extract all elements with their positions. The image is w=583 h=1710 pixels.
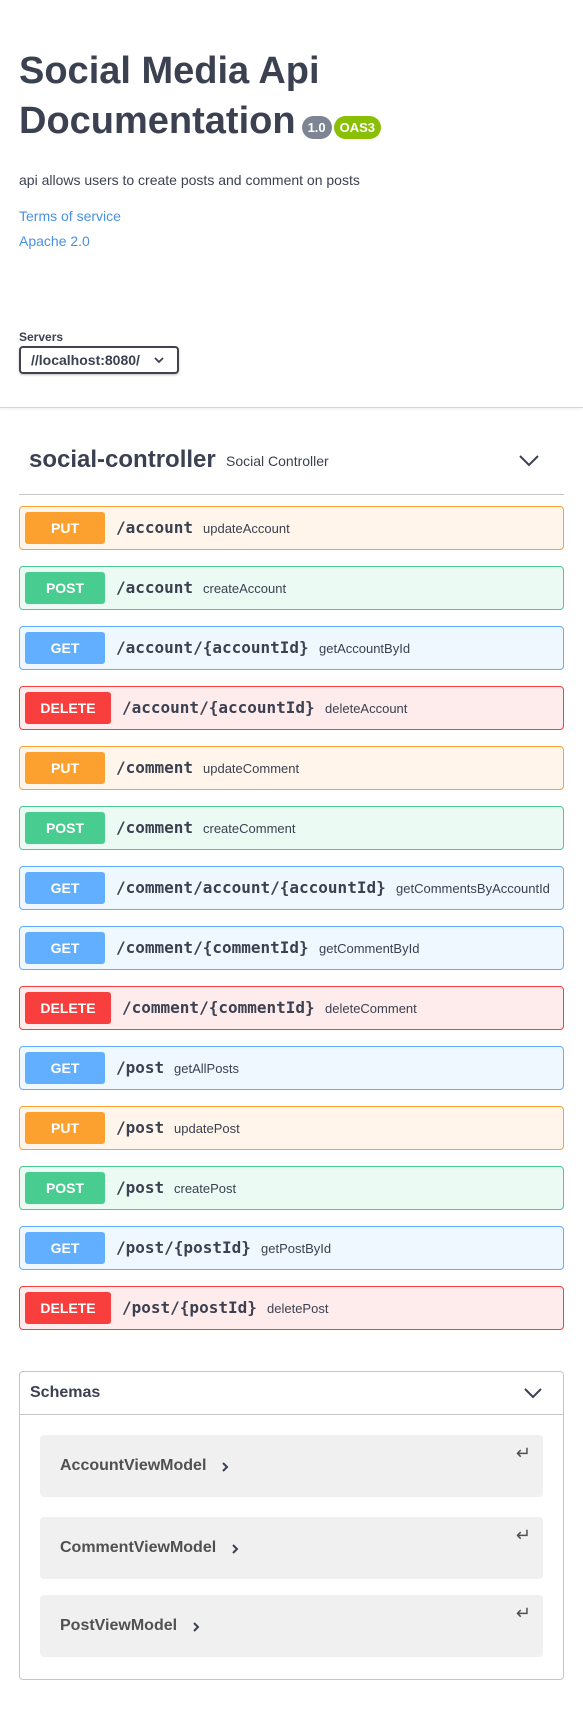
operation-put-comment[interactable]: PUT/comment updateComment xyxy=(19,746,564,790)
schemas-section: Schemas AccountViewModel ↵ CommentViewMode… xyxy=(19,1371,564,1680)
operation-path: /account/{accountId} xyxy=(116,638,309,657)
operation-path: /post xyxy=(116,1058,165,1077)
tag-header-social-controller[interactable]: social-controller Social Controller xyxy=(19,436,564,495)
method-badge: DELETE xyxy=(25,692,111,724)
oas-badge: OAS3 xyxy=(333,116,382,139)
schema-model-commentviewmodel[interactable]: CommentViewModel ↵ xyxy=(40,1517,543,1579)
method-badge: POST xyxy=(25,1172,105,1204)
operation-path: /comment xyxy=(116,758,194,777)
schema-model-name: AccountViewModel xyxy=(60,1457,207,1474)
schema-model-name: CommentViewModel xyxy=(60,1539,217,1556)
servers-label: Servers xyxy=(19,330,64,344)
return-icon: ↵ xyxy=(515,1443,531,1463)
operation-get-account-accountId[interactable]: GET/account/{accountId} getAccountById xyxy=(19,626,564,670)
server-select-value: //localhost:8080/ xyxy=(31,352,140,368)
operation-path: /post/{postId} xyxy=(116,1238,251,1257)
operation-get-post-postId[interactable]: GET/post/{postId} getPostById xyxy=(19,1226,564,1270)
operation-path: /account xyxy=(116,518,194,537)
operation-delete-comment-commentId[interactable]: DELETE/comment/{commentId} deleteComment xyxy=(19,986,564,1030)
operation-summary: getCommentsByAccountId xyxy=(396,881,550,896)
operation-summary: getCommentById xyxy=(319,941,420,956)
operation-path: /comment/{commentId} xyxy=(116,938,309,957)
server-select[interactable]: //localhost:8080/ xyxy=(19,346,179,374)
chevron-down-icon xyxy=(154,357,164,364)
operation-path: /comment/{commentId} xyxy=(122,998,315,1017)
chevron-right-icon[interactable] xyxy=(230,1542,240,1556)
method-badge: DELETE xyxy=(25,992,111,1024)
title-line-1: Social Media Api xyxy=(19,50,320,92)
schema-model-accountviewmodel[interactable]: AccountViewModel ↵ xyxy=(40,1435,543,1497)
operation-get-post[interactable]: GET/post getAllPosts xyxy=(19,1046,564,1090)
method-badge: PUT xyxy=(25,512,105,544)
method-badge: PUT xyxy=(25,752,105,784)
method-badge: GET xyxy=(25,1052,105,1084)
operation-path: /account xyxy=(116,578,194,597)
method-badge: GET xyxy=(25,1232,105,1264)
operation-summary: updatePost xyxy=(174,1121,240,1136)
operation-delete-post-postId[interactable]: DELETE/post/{postId} deletePost xyxy=(19,1286,564,1330)
return-icon: ↵ xyxy=(515,1603,531,1623)
operation-path: /post/{postId} xyxy=(122,1298,257,1317)
api-description: api allows users to create posts and com… xyxy=(19,172,360,188)
operation-summary: createComment xyxy=(203,821,296,836)
operation-summary: deleteComment xyxy=(325,1001,417,1016)
operation-get-comment-commentId[interactable]: GET/comment/{commentId} getCommentById xyxy=(19,926,564,970)
chevron-down-icon[interactable] xyxy=(518,454,540,468)
operation-summary: getAccountById xyxy=(319,641,411,656)
page-title: Social Media Api Documentation 1.0 OAS3 xyxy=(19,46,539,146)
operation-summary: getAllPosts xyxy=(174,1061,240,1076)
method-badge: DELETE xyxy=(25,1292,111,1324)
method-badge: GET xyxy=(25,632,105,664)
operation-put-post[interactable]: PUT/post updatePost xyxy=(19,1106,564,1150)
terms-of-service-link[interactable]: Terms of service xyxy=(19,208,121,224)
method-badge: GET xyxy=(25,872,105,904)
section-divider xyxy=(0,407,583,408)
version-badge: 1.0 xyxy=(301,116,332,139)
chevron-down-icon[interactable] xyxy=(523,1387,543,1401)
schemas-header[interactable]: Schemas xyxy=(20,1372,563,1415)
operation-path: /comment xyxy=(116,818,194,837)
title-line-2: Documentation xyxy=(19,100,296,142)
operation-put-account[interactable]: PUT/account updateAccount xyxy=(19,506,564,550)
operation-path: /account/{accountId} xyxy=(122,698,315,717)
operation-summary: createPost xyxy=(174,1181,237,1196)
operation-summary: createAccount xyxy=(203,581,287,596)
operation-post-post[interactable]: POST/post createPost xyxy=(19,1166,564,1210)
chevron-right-icon[interactable] xyxy=(191,1620,201,1634)
tag-name: social-controller xyxy=(29,446,216,473)
chevron-right-icon[interactable] xyxy=(220,1460,230,1474)
operation-summary: deletePost xyxy=(267,1301,329,1316)
operation-summary: updateComment xyxy=(203,761,300,776)
operation-path: /comment/account/{accountId} xyxy=(116,878,386,897)
method-badge: POST xyxy=(25,572,105,604)
operation-post-account[interactable]: POST/account createAccount xyxy=(19,566,564,610)
schemas-title: Schemas xyxy=(30,1384,101,1401)
operation-post-comment[interactable]: POST/comment createComment xyxy=(19,806,564,850)
operation-path: /post xyxy=(116,1178,165,1197)
schema-model-name: PostViewModel xyxy=(60,1617,178,1634)
return-icon: ↵ xyxy=(515,1525,531,1545)
operation-summary: deleteAccount xyxy=(325,701,408,716)
method-badge: POST xyxy=(25,812,105,844)
operation-path: /post xyxy=(116,1118,165,1137)
operation-delete-account-accountId[interactable]: DELETE/account/{accountId} deleteAccount xyxy=(19,686,564,730)
tag-description: Social Controller xyxy=(226,453,329,469)
license-link[interactable]: Apache 2.0 xyxy=(19,233,90,249)
operation-get-comment-account-accountId[interactable]: GET/comment/account/{accountId} getCommen… xyxy=(19,866,564,910)
operation-summary: getPostById xyxy=(261,1241,332,1256)
operation-summary: updateAccount xyxy=(203,521,290,536)
method-badge: GET xyxy=(25,932,105,964)
method-badge: PUT xyxy=(25,1112,105,1144)
schema-model-postviewmodel[interactable]: PostViewModel ↵ xyxy=(40,1595,543,1657)
